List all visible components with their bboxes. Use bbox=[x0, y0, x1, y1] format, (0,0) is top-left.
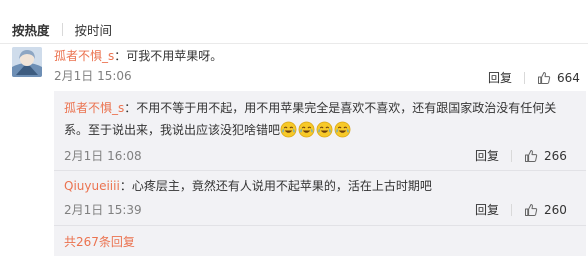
like-count: 664 bbox=[557, 70, 580, 85]
like-button[interactable]: 260 bbox=[524, 203, 567, 217]
comment-content: ：可我不用苹果呀。 bbox=[114, 49, 223, 63]
like-button[interactable]: 266 bbox=[524, 149, 567, 163]
laughing-crying-emoji-icon bbox=[298, 121, 315, 138]
action-divider bbox=[511, 203, 513, 216]
sort-bar: 按热度 按时间 bbox=[12, 19, 112, 39]
sort-divider bbox=[61, 22, 63, 36]
reply-divider bbox=[54, 170, 586, 171]
reply-actions: 回复 266 bbox=[475, 147, 567, 164]
reply-divider bbox=[54, 225, 586, 226]
view-all-replies-link[interactable]: 共267条回复 bbox=[64, 233, 135, 250]
thumbs-up-icon bbox=[525, 149, 538, 162]
main-comment-actions: 回复 664 bbox=[488, 69, 580, 86]
reply-item: 孤者不惧_s：不用不等于用不起，用不用苹果完全是喜欢不喜欢，还有跟国家政治没有任… bbox=[64, 97, 574, 141]
reply-content: ：不用不等于用不起，用不用苹果完全是喜欢不喜欢，还有跟国家政治没有任何关 bbox=[124, 101, 557, 115]
laughing-crying-emoji-icon bbox=[316, 121, 333, 138]
reply-timestamp: 2月1日 16:08 bbox=[64, 149, 142, 163]
sort-by-time-tab[interactable]: 按时间 bbox=[75, 20, 113, 39]
like-count: 266 bbox=[544, 148, 567, 163]
top-divider bbox=[0, 43, 588, 44]
reply-actions: 回复 260 bbox=[475, 201, 567, 218]
action-divider bbox=[524, 71, 526, 84]
reply-content: ：心疼层主，竟然还有人说用不起苹果的，活在上古时期吧 bbox=[119, 179, 432, 193]
like-button[interactable]: 664 bbox=[537, 71, 580, 85]
comment-section: 按热度 按时间 孤者不惧_s：可我不用苹果呀。 2月1日 15:06 回复 66… bbox=[0, 0, 588, 265]
reply-button[interactable]: 回复 bbox=[488, 69, 512, 86]
reply-timestamp: 2月1日 15:39 bbox=[64, 203, 142, 217]
reply-button[interactable]: 回复 bbox=[475, 147, 499, 164]
reply-content-continued: 系。至于说出来，我说出应该没犯啥错吧 bbox=[64, 123, 281, 137]
laughing-crying-emoji-group bbox=[280, 121, 352, 138]
sort-by-heat-tab[interactable]: 按热度 bbox=[12, 20, 50, 39]
laughing-crying-emoji-icon bbox=[334, 121, 351, 138]
reply-button[interactable]: 回复 bbox=[475, 201, 499, 218]
thumbs-up-icon bbox=[525, 203, 538, 216]
thumbs-up-icon bbox=[538, 71, 551, 84]
reply-item: Qiuyueiiii：心疼层主，竟然还有人说用不起苹果的，活在上古时期吧 bbox=[64, 175, 574, 197]
main-comment-text: 孤者不惧_s：可我不用苹果呀。 bbox=[54, 47, 222, 65]
reply-username[interactable]: Qiuyueiiii bbox=[64, 179, 120, 193]
reply-username[interactable]: 孤者不惧_s bbox=[64, 101, 124, 115]
avatar[interactable] bbox=[12, 47, 42, 77]
laughing-crying-emoji-icon bbox=[280, 121, 297, 138]
like-count: 260 bbox=[544, 202, 567, 217]
comment-username[interactable]: 孤者不惧_s bbox=[54, 49, 114, 63]
action-divider bbox=[511, 149, 513, 162]
avatar-image bbox=[12, 47, 42, 77]
comment-timestamp: 2月1日 15:06 bbox=[54, 69, 132, 83]
